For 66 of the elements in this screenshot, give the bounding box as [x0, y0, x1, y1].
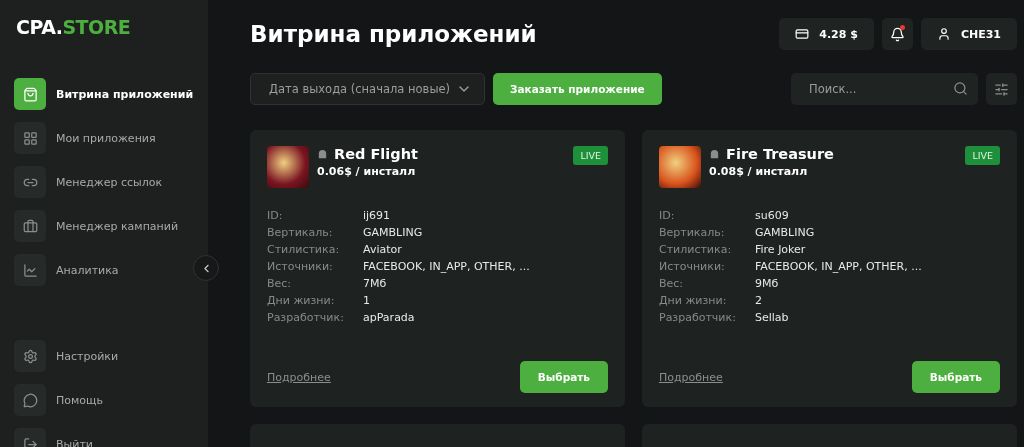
- field-label: Дни жизни:: [659, 294, 728, 307]
- bell-icon: [889, 26, 905, 42]
- field-value: 7Мб: [363, 277, 388, 290]
- field-value: FACEBOOK, IN_APP, OTHER, ...: [363, 260, 531, 273]
- settings-icon: [14, 340, 46, 372]
- details-link[interactable]: Подробнее: [267, 370, 331, 384]
- status-badge: LIVE: [965, 146, 1000, 165]
- search-field[interactable]: Поиск...: [791, 73, 978, 105]
- logo: CPA.STORE: [16, 16, 132, 38]
- app-price: 0.08$ / инсталл: [709, 165, 809, 178]
- field-label: ID:: [659, 209, 676, 222]
- field-value: Sellab: [755, 311, 790, 324]
- nav-item[interactable]: Менеджер ссылок: [14, 166, 163, 198]
- field-label: Источники:: [659, 260, 726, 273]
- briefcase-icon: [14, 210, 46, 242]
- chat-icon: [14, 384, 46, 416]
- field-label: Вес:: [659, 277, 685, 290]
- field-label: Источники:: [267, 260, 334, 273]
- search-icon: [953, 81, 968, 96]
- app-name: Fire Treasure: [726, 146, 834, 162]
- balance-button[interactable]: 4.28 $: [779, 18, 874, 50]
- field-label: Разработчик:: [267, 311, 345, 324]
- app-price: 0.06$ / инсталл: [317, 165, 417, 178]
- field-value: GAMBLING: [755, 226, 816, 239]
- field-value: Aviator: [363, 243, 403, 256]
- user-button[interactable]: CHE31: [920, 18, 1017, 50]
- field-label: Вес:: [267, 277, 293, 290]
- nav-item[interactable]: Выйти: [14, 428, 93, 447]
- sort-dropdown[interactable]: Дата выхода (сначала новые): [250, 73, 485, 105]
- filter-icon: [994, 81, 1009, 97]
- app-thumbnail: [267, 146, 309, 188]
- field-value: 1: [363, 294, 371, 307]
- grid-icon: [14, 122, 46, 154]
- field-value: 9Мб: [755, 277, 780, 290]
- field-label: ID:: [267, 209, 284, 222]
- notifications-button[interactable]: [881, 18, 913, 50]
- filter-button[interactable]: [986, 73, 1017, 105]
- details-link[interactable]: Подробнее: [659, 370, 723, 384]
- field-value: 2: [755, 294, 763, 307]
- nav-item[interactable]: Помощь: [14, 384, 103, 416]
- page-title: Витрина приложений: [250, 21, 537, 47]
- nav-item[interactable]: Настройки: [14, 340, 119, 372]
- field-label: Вертикаль:: [267, 226, 334, 239]
- nav-item[interactable]: Мои приложения: [14, 122, 156, 154]
- card-icon: [795, 27, 810, 41]
- status-badge: LIVE: [573, 146, 608, 165]
- field-value: ij691: [363, 209, 392, 222]
- user-icon: [936, 27, 951, 41]
- bag-icon: [14, 78, 46, 110]
- nav-item[interactable]: Менеджер кампаний: [14, 210, 179, 242]
- field-value: GAMBLING: [363, 226, 424, 239]
- field-label: Вертикаль:: [659, 226, 726, 239]
- field-label: Разработчик:: [659, 311, 737, 324]
- chart-icon: [14, 254, 46, 286]
- field-value: FACEBOOK, IN_APP, OTHER, ...: [755, 260, 923, 273]
- nav-item[interactable]: Витрина приложений: [14, 78, 194, 110]
- field-label: Дни жизни:: [267, 294, 336, 307]
- field-label: Стилистика:: [267, 243, 341, 256]
- app-name: Red Flight: [334, 146, 418, 162]
- link-icon: [14, 166, 46, 198]
- field-value: apParada: [363, 311, 416, 324]
- field-label: Стилистика:: [659, 243, 733, 256]
- field-value: Fire Joker: [755, 243, 807, 256]
- app-thumbnail: [659, 146, 701, 188]
- field-value: su609: [755, 209, 790, 222]
- nav-item[interactable]: Аналитика: [14, 254, 119, 286]
